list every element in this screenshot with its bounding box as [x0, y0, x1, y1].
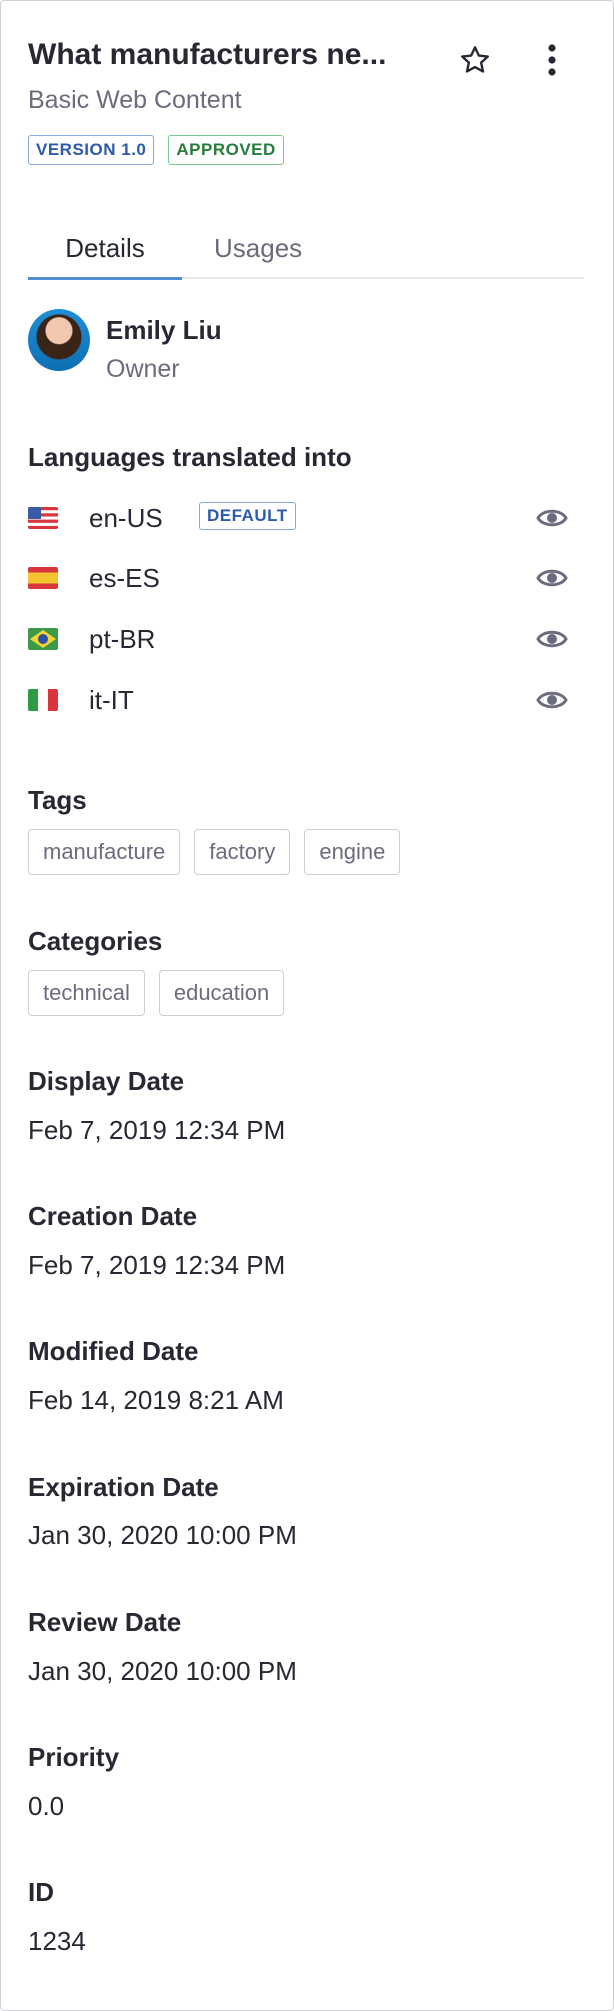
review-date-label: Review Date [28, 1607, 182, 1637]
star-icon [461, 46, 489, 73]
id-value: 1234 [28, 1926, 86, 1956]
tab-usages[interactable]: Usages [214, 231, 302, 265]
content-type-subtitle: Basic Web Content [28, 86, 242, 114]
default-badge: DEFAULT [199, 502, 296, 530]
tab-bar: Details Usages [28, 221, 584, 280]
expiration-date-label: Expiration Date [28, 1472, 219, 1502]
language-code: es-ES [89, 563, 160, 593]
options-menu-button[interactable] [536, 41, 568, 79]
eye-icon[interactable] [536, 564, 568, 592]
tag-chip[interactable]: factory [194, 829, 291, 875]
priority-label: Priority [28, 1742, 120, 1772]
language-code: pt-BR [89, 624, 156, 654]
language-code: en-US [89, 503, 163, 533]
sidebar-panel: What manufacturers ne... Basic Web Conte… [0, 0, 614, 2011]
panel-header: What manufacturers ne... Basic Web Conte… [28, 35, 588, 165]
owner-name: Emily Liu [106, 315, 222, 345]
tab-details[interactable]: Details [28, 231, 182, 280]
language-code: it-IT [89, 685, 134, 715]
display-date-label: Display Date [28, 1066, 185, 1096]
id-label: ID [28, 1877, 54, 1907]
creation-date-value: Feb 7, 2019 12:34 PM [28, 1250, 286, 1280]
tag-list: manufacture factory engine [28, 829, 401, 875]
us-flag-icon [28, 507, 58, 529]
category-chip[interactable]: education [158, 970, 285, 1016]
favorite-button[interactable] [456, 41, 494, 79]
owner-role: Owner [106, 355, 180, 383]
category-chip[interactable]: technical [28, 970, 145, 1016]
language-row-en-us: en-US DEFAULT [28, 498, 578, 538]
eye-icon[interactable] [536, 686, 568, 714]
category-list: technical education [28, 970, 285, 1016]
priority-value: 0.0 [28, 1791, 65, 1821]
tags-title: Tags [28, 785, 87, 815]
badge-group: VERSION 1.0 APPROVED [28, 135, 588, 165]
kebab-icon [548, 44, 556, 76]
modified-date-label: Modified Date [28, 1336, 199, 1366]
languages-title: Languages translated into [28, 442, 352, 472]
language-row-es-es: es-ES [28, 558, 578, 598]
categories-title: Categories [28, 926, 163, 956]
tag-chip[interactable]: engine [304, 829, 401, 875]
review-date-value: Jan 30, 2020 10:00 PM [28, 1656, 297, 1686]
avatar [28, 309, 90, 371]
eye-icon[interactable] [536, 504, 568, 532]
status-badge: APPROVED [168, 135, 284, 165]
eye-icon[interactable] [536, 625, 568, 653]
version-badge: VERSION 1.0 [28, 135, 155, 165]
it-flag-icon [28, 689, 58, 711]
page-title: What manufacturers ne... [28, 38, 387, 71]
modified-date-value: Feb 14, 2019 8:21 AM [28, 1385, 284, 1415]
owner-info: Emily Liu Owner [28, 309, 588, 383]
language-row-pt-br: pt-BR [28, 619, 578, 659]
creation-date-label: Creation Date [28, 1201, 198, 1231]
display-date-value: Feb 7, 2019 12:34 PM [28, 1115, 286, 1145]
es-flag-icon [28, 567, 58, 589]
language-row-it-it: it-IT [28, 680, 578, 720]
expiration-date-value: Jan 30, 2020 10:00 PM [28, 1520, 297, 1550]
tag-chip[interactable]: manufacture [28, 829, 181, 875]
br-flag-icon [28, 628, 58, 650]
